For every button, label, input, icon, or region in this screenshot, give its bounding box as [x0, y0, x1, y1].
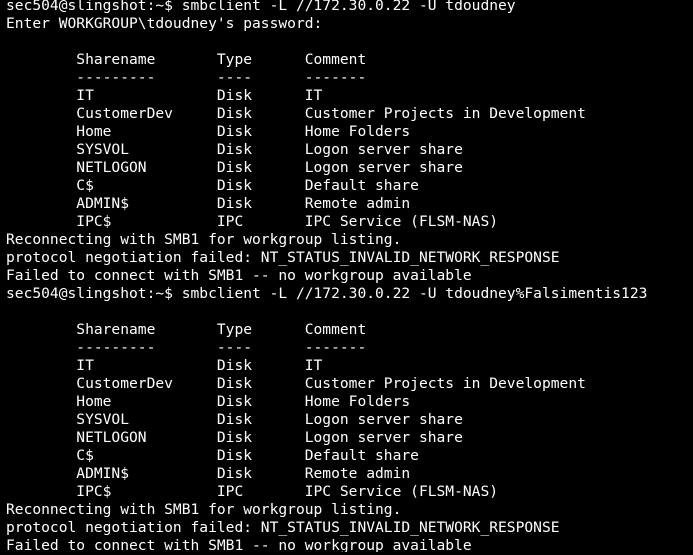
- terminal-line: Failed to connect with SMB1 -- no workgr…: [6, 537, 472, 552]
- terminal-line: ADMIN$ Disk Remote admin: [6, 195, 411, 212]
- terminal-output[interactable]: sec504@slingshot:~$ smbclient -L //172.3…: [0, 0, 693, 552]
- terminal-line: Reconnecting with SMB1 for workgroup lis…: [6, 231, 402, 248]
- terminal-line: C$ Disk Default share: [6, 447, 419, 464]
- terminal-line: Home Disk Home Folders: [6, 393, 411, 410]
- terminal-line: Failed to connect with SMB1 -- no workgr…: [6, 267, 472, 284]
- terminal-line: protocol negotiation failed: NT_STATUS_I…: [6, 519, 560, 536]
- terminal-line: protocol negotiation failed: NT_STATUS_I…: [6, 249, 560, 266]
- terminal-line: --------- ---- -------: [6, 69, 367, 86]
- terminal-line: IPC$ IPC IPC Service (FLSM-NAS): [6, 213, 499, 230]
- terminal-line: IT Disk IT: [6, 357, 323, 374]
- terminal-line: Home Disk Home Folders: [6, 123, 411, 140]
- terminal-line: Enter WORKGROUP\tdoudney's password:: [6, 15, 323, 32]
- terminal-line: NETLOGON Disk Logon server share: [6, 159, 463, 176]
- terminal-line: IT Disk IT: [6, 87, 323, 104]
- terminal-line: sec504@slingshot:~$ smbclient -L //172.3…: [6, 0, 516, 14]
- terminal-line: --------- ---- -------: [6, 339, 367, 356]
- terminal-line: Reconnecting with SMB1 for workgroup lis…: [6, 501, 402, 518]
- terminal-line: ADMIN$ Disk Remote admin: [6, 465, 411, 482]
- terminal-line: CustomerDev Disk Customer Projects in De…: [6, 375, 586, 392]
- terminal-line: C$ Disk Default share: [6, 177, 419, 194]
- terminal-line: IPC$ IPC IPC Service (FLSM-NAS): [6, 483, 499, 500]
- terminal-line: NETLOGON Disk Logon server share: [6, 429, 463, 446]
- terminal-line: SYSVOL Disk Logon server share: [6, 141, 463, 158]
- terminal-line: Sharename Type Comment: [6, 51, 367, 68]
- terminal-line: CustomerDev Disk Customer Projects in De…: [6, 105, 586, 122]
- terminal-line: SYSVOL Disk Logon server share: [6, 411, 463, 428]
- terminal-line: sec504@slingshot:~$ smbclient -L //172.3…: [6, 285, 648, 302]
- terminal-line: Sharename Type Comment: [6, 321, 367, 338]
